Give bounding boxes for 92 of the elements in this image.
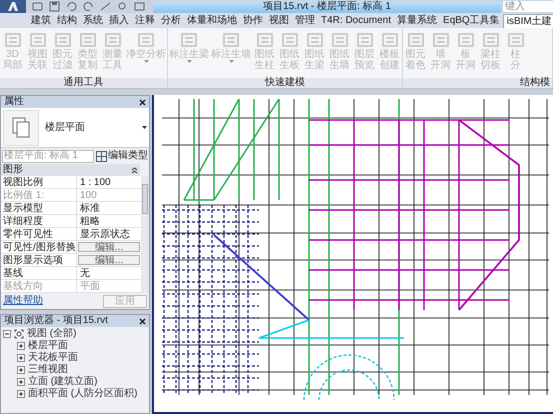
collapse-icon[interactable] xyxy=(3,330,11,338)
tool-icon xyxy=(456,31,474,49)
dropdown-caret-icon xyxy=(144,60,148,63)
tool-icon xyxy=(482,31,500,49)
ribbon-tab[interactable]: 管理 xyxy=(292,14,318,28)
ribbon-tab[interactable]: 系统 xyxy=(80,14,106,28)
property-name: 零件可见性 xyxy=(1,228,77,240)
tool-icon xyxy=(432,31,450,49)
dropdown-caret-icon xyxy=(228,60,234,63)
tool-icon xyxy=(222,31,240,49)
expand-icon[interactable] xyxy=(17,378,25,386)
property-value: 无 xyxy=(79,267,91,279)
tool-icon xyxy=(356,31,374,49)
tree-item[interactable]: 视图 (全部) xyxy=(27,328,76,340)
panel-title: 属性 xyxy=(4,96,24,108)
ribbon-tab[interactable]: 体量和场地 xyxy=(184,14,240,28)
tool-icon xyxy=(406,31,424,49)
tree-item[interactable]: 立面 (建筑立面) xyxy=(28,376,98,388)
tool-icon xyxy=(506,31,524,49)
close-icon[interactable] xyxy=(139,98,146,106)
line-icon[interactable] xyxy=(100,1,111,12)
undo-icon[interactable] xyxy=(66,1,77,12)
property-value: 标准 xyxy=(79,202,101,214)
ribbon-tab[interactable]: 插入 xyxy=(106,14,132,28)
ribbon-tab[interactable]: 结构 xyxy=(54,14,80,28)
window-title: 项目15.rvt - 楼层平面: 标高 1 xyxy=(263,0,391,12)
ribbon-tab[interactable]: 分析 xyxy=(158,14,184,28)
ribbon-tab[interactable]: T4R: Document xyxy=(318,14,394,28)
property-name: 基线方向 xyxy=(1,280,77,292)
tool-icon xyxy=(280,31,298,49)
panel-label: 快速建模 xyxy=(265,78,305,88)
help-link[interactable]: 属性帮助 xyxy=(3,295,43,307)
edit-type-button[interactable]: 编辑类型 xyxy=(96,150,148,162)
tool-icon xyxy=(54,31,72,49)
property-name: 比例值 1: xyxy=(1,189,77,201)
redo-icon[interactable] xyxy=(83,1,94,12)
tool-icon xyxy=(104,31,122,49)
grid-icon xyxy=(96,150,107,162)
property-value: 1 : 100 xyxy=(79,176,112,188)
ribbon-tab[interactable]: 算量系统 xyxy=(394,14,440,28)
tool-icon xyxy=(28,31,46,49)
property-value: 粗略 xyxy=(79,215,101,227)
expand-icon[interactable] xyxy=(17,342,25,350)
window-icon[interactable] xyxy=(134,1,145,12)
dropdown-caret-icon xyxy=(186,60,192,63)
tool-icon xyxy=(256,31,274,49)
tree-item[interactable]: 面积平面 (人防分区面积) xyxy=(28,388,138,400)
panel-title: 项目浏览器 - 项目15.rvt xyxy=(4,315,108,327)
tree-item[interactable]: 三维视图 xyxy=(28,364,68,376)
app-menu-button[interactable] xyxy=(0,0,26,13)
property-value: 平面 xyxy=(79,280,101,292)
ribbon-tab[interactable]: isBIM土建 xyxy=(502,14,553,28)
tool-icon xyxy=(4,31,22,49)
group-header: 图形 xyxy=(3,164,23,176)
edit-button[interactable]: 编辑... xyxy=(78,242,140,252)
expand-icon[interactable] xyxy=(17,366,25,374)
views-icon xyxy=(14,329,24,339)
panel-label: 结构模 xyxy=(520,78,550,88)
expand-icon[interactable] xyxy=(17,390,25,398)
scrollbar[interactable] xyxy=(141,176,149,293)
save-icon[interactable] xyxy=(49,1,60,12)
tool-icon xyxy=(330,31,348,49)
app-logo-icon xyxy=(6,1,20,12)
property-name: 基线 xyxy=(1,267,77,279)
expand-icon[interactable] xyxy=(17,354,25,362)
ribbon-tab[interactable]: 视图 xyxy=(266,14,292,28)
panel-label: 通用工具 xyxy=(64,78,104,88)
tool-icon xyxy=(380,31,398,49)
edit-button[interactable]: 编辑... xyxy=(78,255,140,265)
tool-icon xyxy=(306,31,324,49)
collapse-icon[interactable] xyxy=(131,166,138,174)
property-name: 显示模型 xyxy=(1,202,77,214)
tree-item[interactable]: 楼层平面 xyxy=(28,340,68,352)
circle-icon[interactable] xyxy=(117,1,128,12)
type-name: 楼层平面 xyxy=(45,122,86,134)
property-name: 详细程度 xyxy=(1,215,77,227)
ribbon-tab[interactable]: 建筑 xyxy=(28,14,54,28)
property-name: 图形显示选项 xyxy=(1,254,77,266)
property-name: 视图比例 xyxy=(1,176,77,188)
tree-item[interactable]: 天花板平面 xyxy=(28,352,78,364)
ribbon-tab[interactable]: 协作 xyxy=(240,14,266,28)
property-value: 100 xyxy=(79,189,98,201)
property-name: 可见性/图形替换 xyxy=(1,241,77,253)
tool-icon xyxy=(137,31,155,49)
dropdown-caret-icon[interactable] xyxy=(142,126,147,129)
ribbon-tab[interactable]: 注释 xyxy=(132,14,158,28)
property-value: 显示原状态 xyxy=(79,228,131,240)
tool-icon xyxy=(78,31,96,49)
close-icon[interactable] xyxy=(139,318,146,324)
tool-icon xyxy=(180,31,198,49)
ribbon-tab[interactable]: EqBQ工具集 xyxy=(440,14,503,28)
search-field[interactable]: 键入 xyxy=(503,1,553,12)
